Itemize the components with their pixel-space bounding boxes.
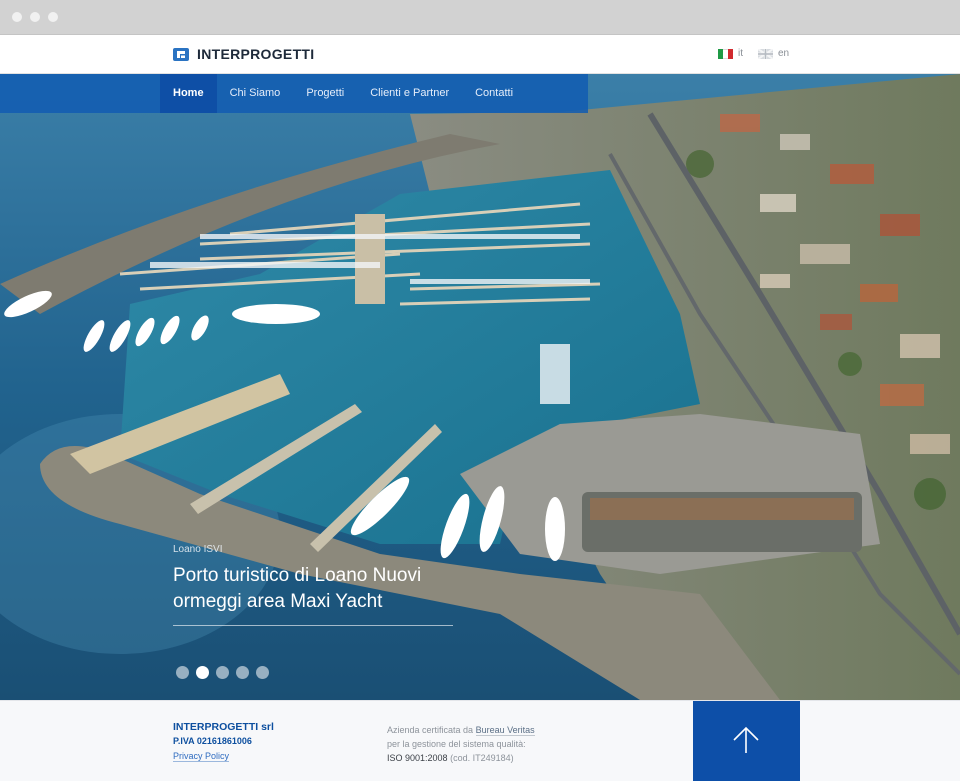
slide-kicker: Loano ISVI bbox=[173, 544, 223, 555]
iso-code: (cod. IT249184) bbox=[450, 753, 514, 763]
language-label-en: en bbox=[778, 48, 790, 59]
hero-slider: Home Chi Siamo Progetti Clienti e Partne… bbox=[0, 74, 960, 700]
language-english[interactable]: en bbox=[758, 48, 789, 59]
nav-item-clienti-partner[interactable]: Clienti e Partner bbox=[357, 74, 462, 113]
slide-headline[interactable]: Porto turistico di Loano Nuovi ormeggi a… bbox=[173, 563, 453, 615]
arrow-up-icon bbox=[733, 726, 759, 753]
nav-item-progetti[interactable]: Progetti bbox=[293, 74, 357, 113]
window-control-maximize[interactable] bbox=[48, 12, 58, 22]
slider-dot-3[interactable] bbox=[216, 666, 229, 679]
brand-name: INTERPROGETTI bbox=[197, 46, 315, 62]
company-name: INTERPROGETTI srl bbox=[173, 721, 274, 733]
back-to-top-button[interactable] bbox=[693, 701, 800, 781]
site-header: INTERPROGETTI it en bbox=[0, 35, 960, 74]
footer-certification: Azienda certificata da Bureau Veritas pe… bbox=[387, 723, 535, 765]
nav-item-chi-siamo[interactable]: Chi Siamo bbox=[217, 74, 294, 113]
cert-line2: per la gestione del sistema qualità: bbox=[387, 739, 526, 749]
brand-logo[interactable]: INTERPROGETTI bbox=[173, 46, 314, 62]
cert-prefix: Azienda certificata da bbox=[387, 725, 474, 735]
uk-flag-icon bbox=[758, 48, 773, 59]
italy-flag-icon bbox=[718, 48, 733, 59]
slider-pagination bbox=[176, 666, 276, 679]
caption-divider bbox=[173, 625, 453, 626]
hero-aerial-harbor-image bbox=[0, 74, 960, 700]
main-nav: Home Chi Siamo Progetti Clienti e Partne… bbox=[0, 74, 588, 113]
slider-dot-5[interactable] bbox=[256, 666, 269, 679]
slider-dot-2[interactable] bbox=[196, 666, 209, 679]
language-italian[interactable]: it bbox=[718, 48, 743, 59]
slider-dot-4[interactable] bbox=[236, 666, 249, 679]
vat-number: P.IVA 02161861006 bbox=[173, 736, 252, 746]
site-footer: INTERPROGETTI srl P.IVA 02161861006 Priv… bbox=[0, 700, 960, 781]
privacy-policy-link[interactable]: Privacy Policy bbox=[173, 751, 230, 762]
bureau-veritas-link[interactable]: Bureau Veritas bbox=[475, 725, 535, 736]
browser-chrome bbox=[0, 0, 960, 35]
footer-company: INTERPROGETTI srl P.IVA 02161861006 Priv… bbox=[173, 721, 274, 764]
iso-standard: ISO 9001:2008 bbox=[387, 753, 448, 763]
window-control-minimize[interactable] bbox=[30, 12, 40, 22]
nav-item-home[interactable]: Home bbox=[160, 74, 217, 113]
nav-item-contatti[interactable]: Contatti bbox=[462, 74, 526, 113]
slider-dot-1[interactable] bbox=[176, 666, 189, 679]
window-control-close[interactable] bbox=[12, 12, 22, 22]
interprogetti-logo-icon bbox=[173, 47, 189, 61]
language-label-it: it bbox=[738, 48, 743, 59]
slide-caption: Loano ISVI Porto turistico di Loano Nuov… bbox=[173, 544, 453, 626]
